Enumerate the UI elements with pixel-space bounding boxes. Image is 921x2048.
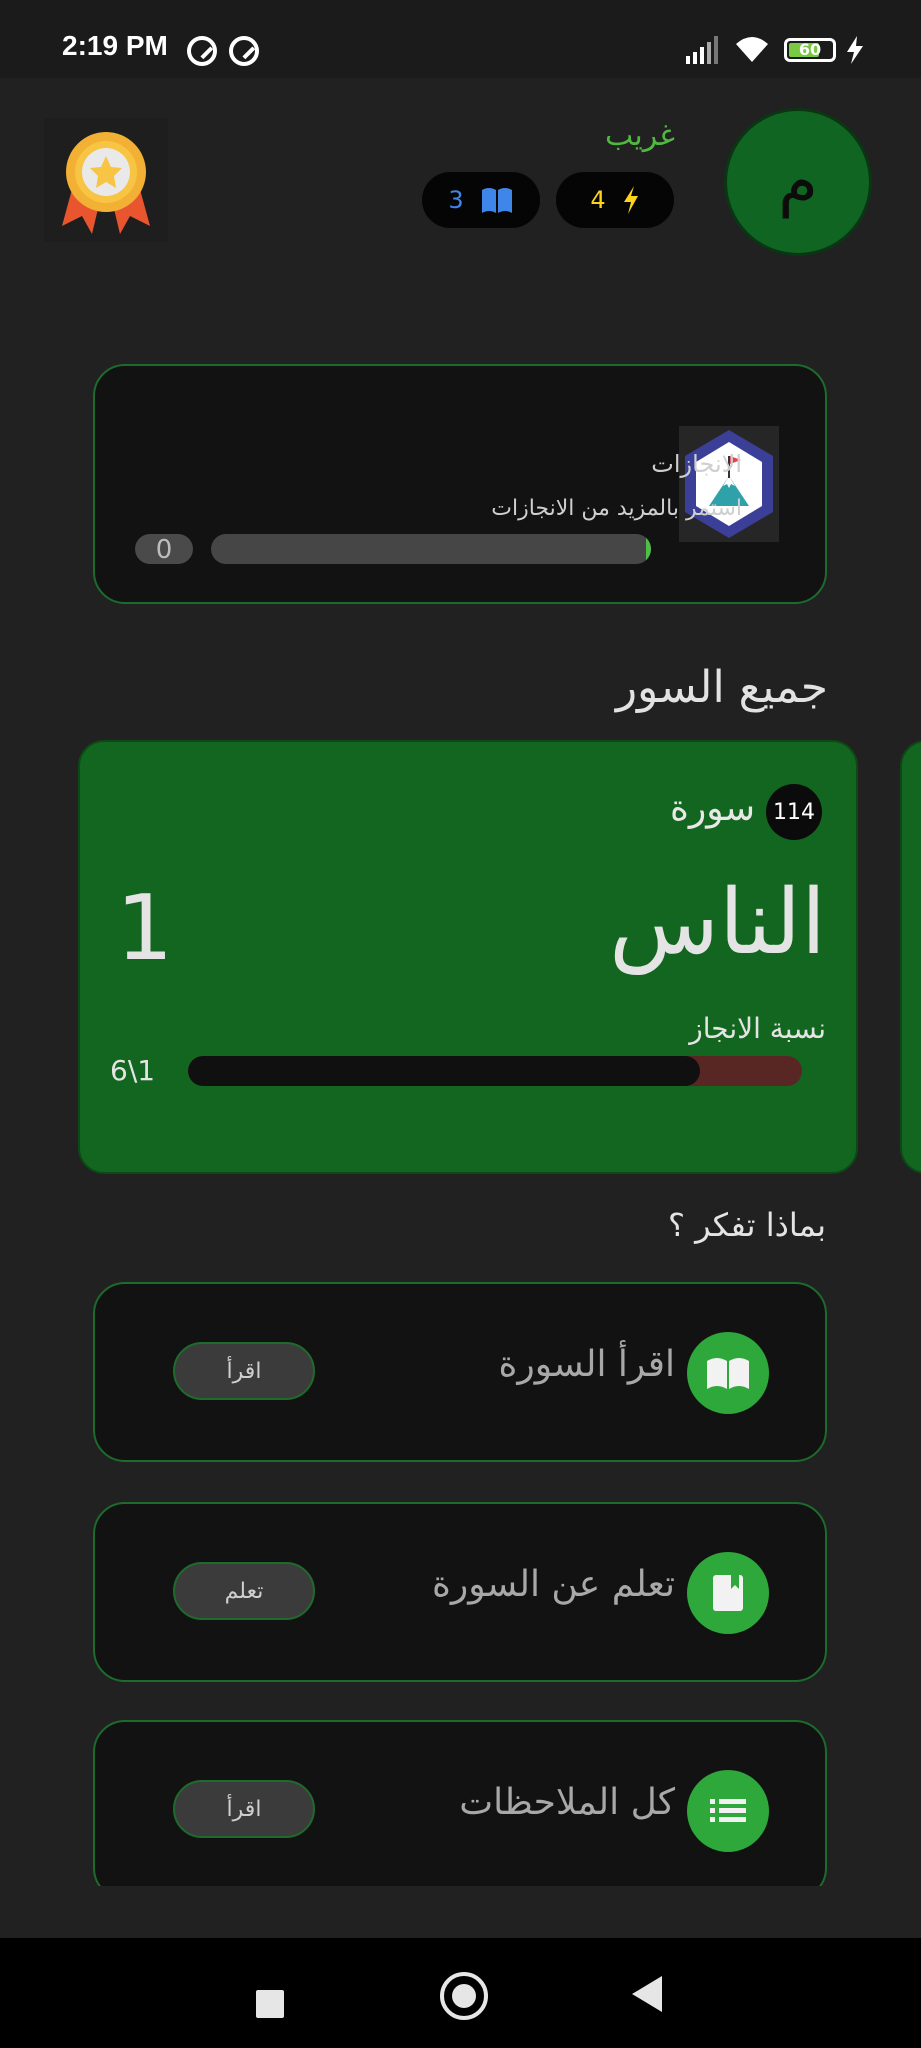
next-surah-card[interactable] <box>900 740 921 1174</box>
surah-progress-remaining <box>188 1056 700 1086</box>
achievements-progress-fill <box>646 534 651 564</box>
home-button-dot <box>452 1984 476 2008</box>
battery-level: 60 <box>798 40 822 59</box>
all-notes-label: كل الملاحظات <box>459 1782 675 1823</box>
signal-icon <box>686 36 718 64</box>
all-surahs-title: جميع السور <box>615 662 828 713</box>
read-button[interactable]: اقرأ <box>173 1342 315 1400</box>
sync-icon <box>187 36 217 66</box>
sync-icon <box>229 36 259 66</box>
learn-button[interactable]: تعلم <box>173 1562 315 1620</box>
wifi-icon <box>736 37 768 62</box>
book-icon <box>687 1552 769 1634</box>
mountain-flag-icon <box>679 426 779 542</box>
surah-name: الناس <box>609 870 826 975</box>
learn-surah-label: تعلم عن السورة <box>432 1564 675 1605</box>
status-time: 2:19 PM <box>62 30 168 61</box>
surah-progress-bar <box>188 1056 802 1086</box>
recents-button[interactable] <box>256 1990 284 2018</box>
surah-progress-label: نسبة الانجاز <box>689 1012 826 1045</box>
charging-icon <box>847 36 863 64</box>
open-book-icon <box>481 188 512 213</box>
reading-count: 3 <box>448 186 464 214</box>
achievements-card[interactable]: الانجازات استمر بالمزيد من الانجازات 0 <box>93 364 827 604</box>
all-notes-card[interactable]: كل الملاحظات اقرأ <box>93 1720 827 1900</box>
lightning-icon <box>623 186 638 214</box>
avatar[interactable]: م <box>724 108 872 256</box>
read-surah-card[interactable]: اقرأ السورة اقرأ <box>93 1282 827 1462</box>
status-bar: 2:19 PM 60 <box>0 0 921 78</box>
back-button[interactable] <box>632 1976 662 2012</box>
achievements-count: 0 <box>135 534 193 565</box>
read-notes-button[interactable]: اقرأ <box>173 1780 315 1838</box>
surah-count-badge: 114 <box>766 784 822 840</box>
surah-progress-fraction: 6\1 <box>110 1054 156 1087</box>
open-book-icon <box>687 1332 769 1414</box>
energy-counter[interactable]: 4 <box>556 172 674 228</box>
surah-number: 1 <box>116 876 174 981</box>
list-icon <box>687 1770 769 1852</box>
username: غريب <box>604 118 675 153</box>
achievements-title: الانجازات <box>651 450 742 478</box>
achievements-progress-bar <box>211 534 651 564</box>
medal-icon[interactable] <box>44 118 168 242</box>
surah-card[interactable]: 114 سورة الناس 1 نسبة الانجاز 6\1 <box>78 740 858 1174</box>
energy-count: 4 <box>590 186 606 214</box>
surah-count-label: سورة <box>669 788 755 829</box>
think-title: بماذا تفكر ؟ <box>667 1206 826 1244</box>
battery-icon: 60 <box>784 38 836 62</box>
achievements-subtitle: استمر بالمزيد من الانجازات <box>491 496 742 521</box>
home-button[interactable] <box>440 1972 488 2020</box>
learn-surah-card[interactable]: تعلم عن السورة تعلم <box>93 1502 827 1682</box>
read-surah-label: اقرأ السورة <box>498 1344 675 1385</box>
content-edge <box>0 1886 921 1938</box>
reading-counter[interactable]: 3 <box>422 172 540 228</box>
